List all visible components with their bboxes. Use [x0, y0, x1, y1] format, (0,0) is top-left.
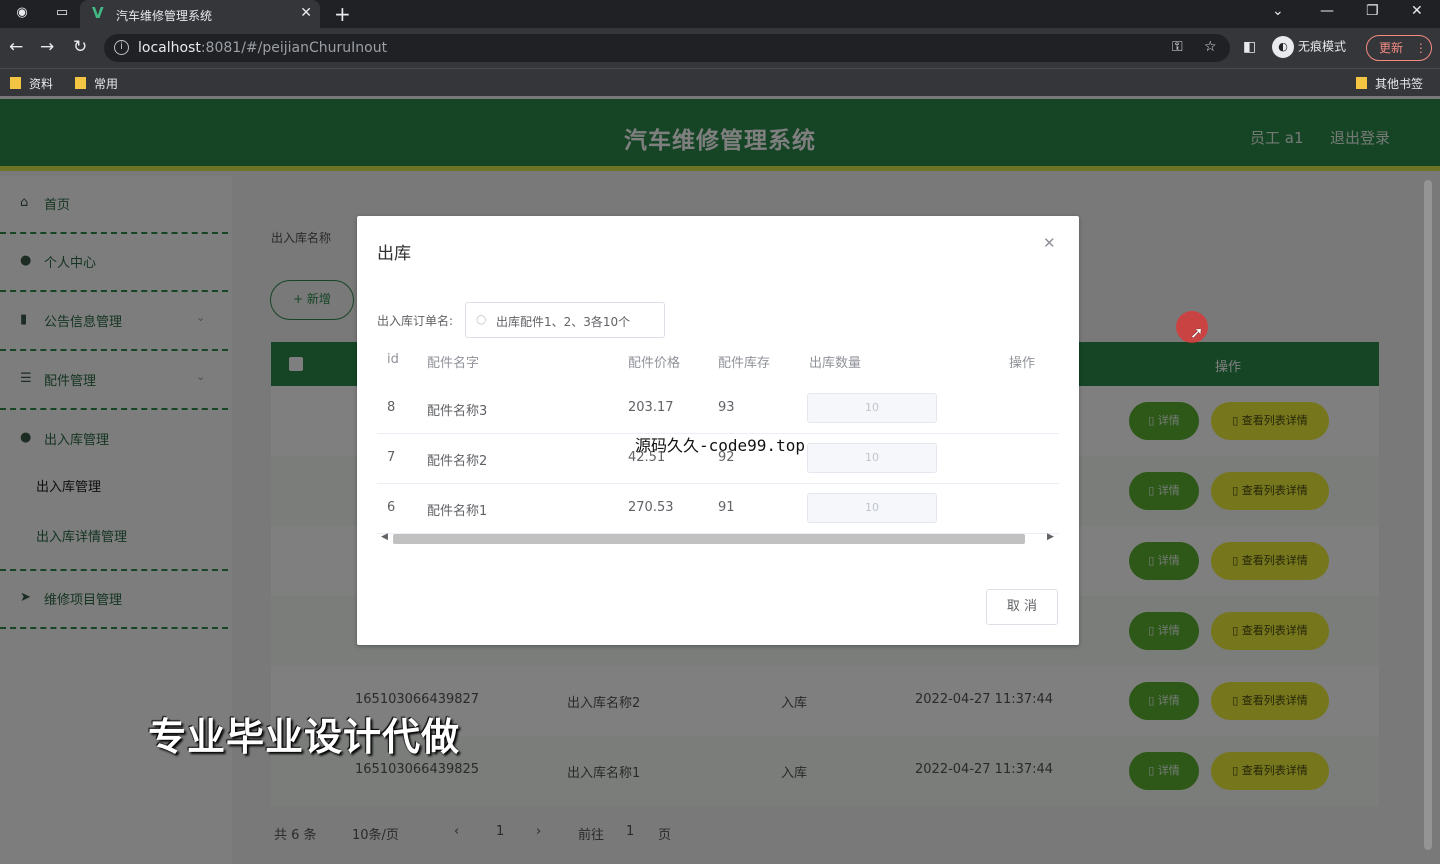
part-price: 270.53 [628, 500, 674, 515]
bookmark-folder[interactable]: 常用 [75, 75, 118, 92]
part-id: 6 [387, 500, 396, 515]
part-name: 配件名称2 [427, 454, 488, 469]
folder-icon [10, 77, 21, 89]
horizontal-scrollbar[interactable]: ◀ ▶ [377, 532, 1059, 546]
outbound-dialog: 出库 ✕ 出入库订单名: ○ 出库配件1、2、3各10个 id 配件名字 配件价… [357, 216, 1079, 645]
back-icon[interactable]: ← [9, 37, 23, 57]
star-icon[interactable]: ☆ [1204, 39, 1217, 55]
cancel-button[interactable]: 取 消 [986, 589, 1058, 625]
source-watermark: 源码久久-code99.top [635, 436, 805, 455]
quantity-input[interactable]: 10 [807, 443, 937, 473]
forward-icon[interactable]: → [40, 37, 54, 57]
part-name: 配件名称3 [427, 404, 488, 419]
table-row: 6 配件名称1 270.53 91 10 [377, 484, 1059, 534]
browser-menu-icon[interactable]: ◉ [14, 5, 30, 21]
folder-icon [1356, 77, 1367, 89]
part-stock: 91 [718, 500, 735, 515]
bookmark-folder[interactable]: 资料 [10, 75, 53, 92]
update-button[interactable]: 更新 ⋮ [1366, 35, 1432, 61]
bookmarks-bar: 资料 常用 其他书签 [0, 68, 1440, 96]
order-name-label: 出入库订单名: [377, 314, 454, 328]
url-text: localhost:8081/#/peijianChuruInout [138, 40, 388, 56]
browser-tab-bar: ◉ ▭ V 汽车维修管理系统 ✕ + ⌄ — ❐ ✕ [0, 0, 1440, 28]
folder-icon [75, 77, 86, 89]
column-header-name: 配件名字 [427, 356, 480, 371]
part-stock: 93 [718, 400, 735, 415]
tab-search-icon[interactable]: ▭ [54, 5, 70, 21]
minimize-icon[interactable]: — [1320, 3, 1334, 19]
part-name: 配件名称1 [427, 504, 488, 519]
column-header-id: id [387, 352, 399, 367]
tab-close-icon[interactable]: ✕ [300, 5, 312, 21]
incognito-icon: ◐ [1272, 36, 1294, 58]
close-icon[interactable]: ✕ [1043, 234, 1056, 252]
other-bookmarks[interactable]: 其他书签 [1356, 75, 1423, 92]
info-icon[interactable]: i [114, 40, 129, 55]
tab-list-chevron-icon[interactable]: ⌄ [1272, 3, 1284, 19]
vue-favicon-icon: V [92, 4, 104, 22]
order-name-input[interactable]: ○ 出库配件1、2、3各10个 [465, 302, 665, 338]
incognito-indicator[interactable]: ◐ 无痕模式 [1272, 36, 1346, 58]
reload-icon[interactable]: ↻ [73, 37, 87, 57]
column-header-price: 配件价格 [628, 356, 681, 371]
dialog-title: 出库 [377, 244, 411, 264]
browser-tab[interactable]: V 汽车维修管理系统 ✕ [80, 0, 320, 28]
part-price: 203.17 [628, 400, 674, 415]
column-header-quantity: 出库数量 [809, 356, 862, 371]
quantity-input[interactable]: 10 [807, 493, 937, 523]
side-panel-icon[interactable]: ◧ [1243, 39, 1256, 55]
url-input[interactable]: i localhost:8081/#/peijianChuruInout ⚿ ☆ [104, 34, 1230, 62]
page-scrollbar[interactable] [1424, 180, 1432, 850]
address-bar: ← → ↻ i localhost:8081/#/peijianChuruIno… [0, 28, 1440, 68]
scrollbar-thumb[interactable] [393, 534, 1025, 544]
column-header-ops: 操作 [1009, 356, 1036, 371]
table-row: 8 配件名称3 203.17 93 10 [377, 384, 1059, 434]
more-menu-icon: ⋮ [1414, 41, 1427, 55]
search-icon: ○ [476, 312, 487, 326]
part-id: 8 [387, 400, 396, 415]
column-header-stock: 配件库存 [718, 356, 771, 371]
part-id: 7 [387, 450, 396, 465]
window-close-icon[interactable]: ✕ [1411, 3, 1423, 19]
new-tab-icon[interactable]: + [334, 2, 351, 26]
promo-overlay-text: 专业毕业设计代做 [148, 715, 461, 759]
key-icon[interactable]: ⚿ [1172, 39, 1183, 55]
quantity-input[interactable]: 10 [807, 393, 937, 423]
restore-icon[interactable]: ❐ [1366, 3, 1379, 19]
tab-title: 汽车维修管理系统 [116, 9, 213, 23]
scroll-right-icon[interactable]: ▶ [1047, 532, 1054, 542]
scroll-left-icon[interactable]: ◀ [381, 532, 388, 542]
cursor-icon: ➚ [1190, 323, 1204, 342]
order-name-value: 出库配件1、2、3各10个 [496, 315, 631, 329]
